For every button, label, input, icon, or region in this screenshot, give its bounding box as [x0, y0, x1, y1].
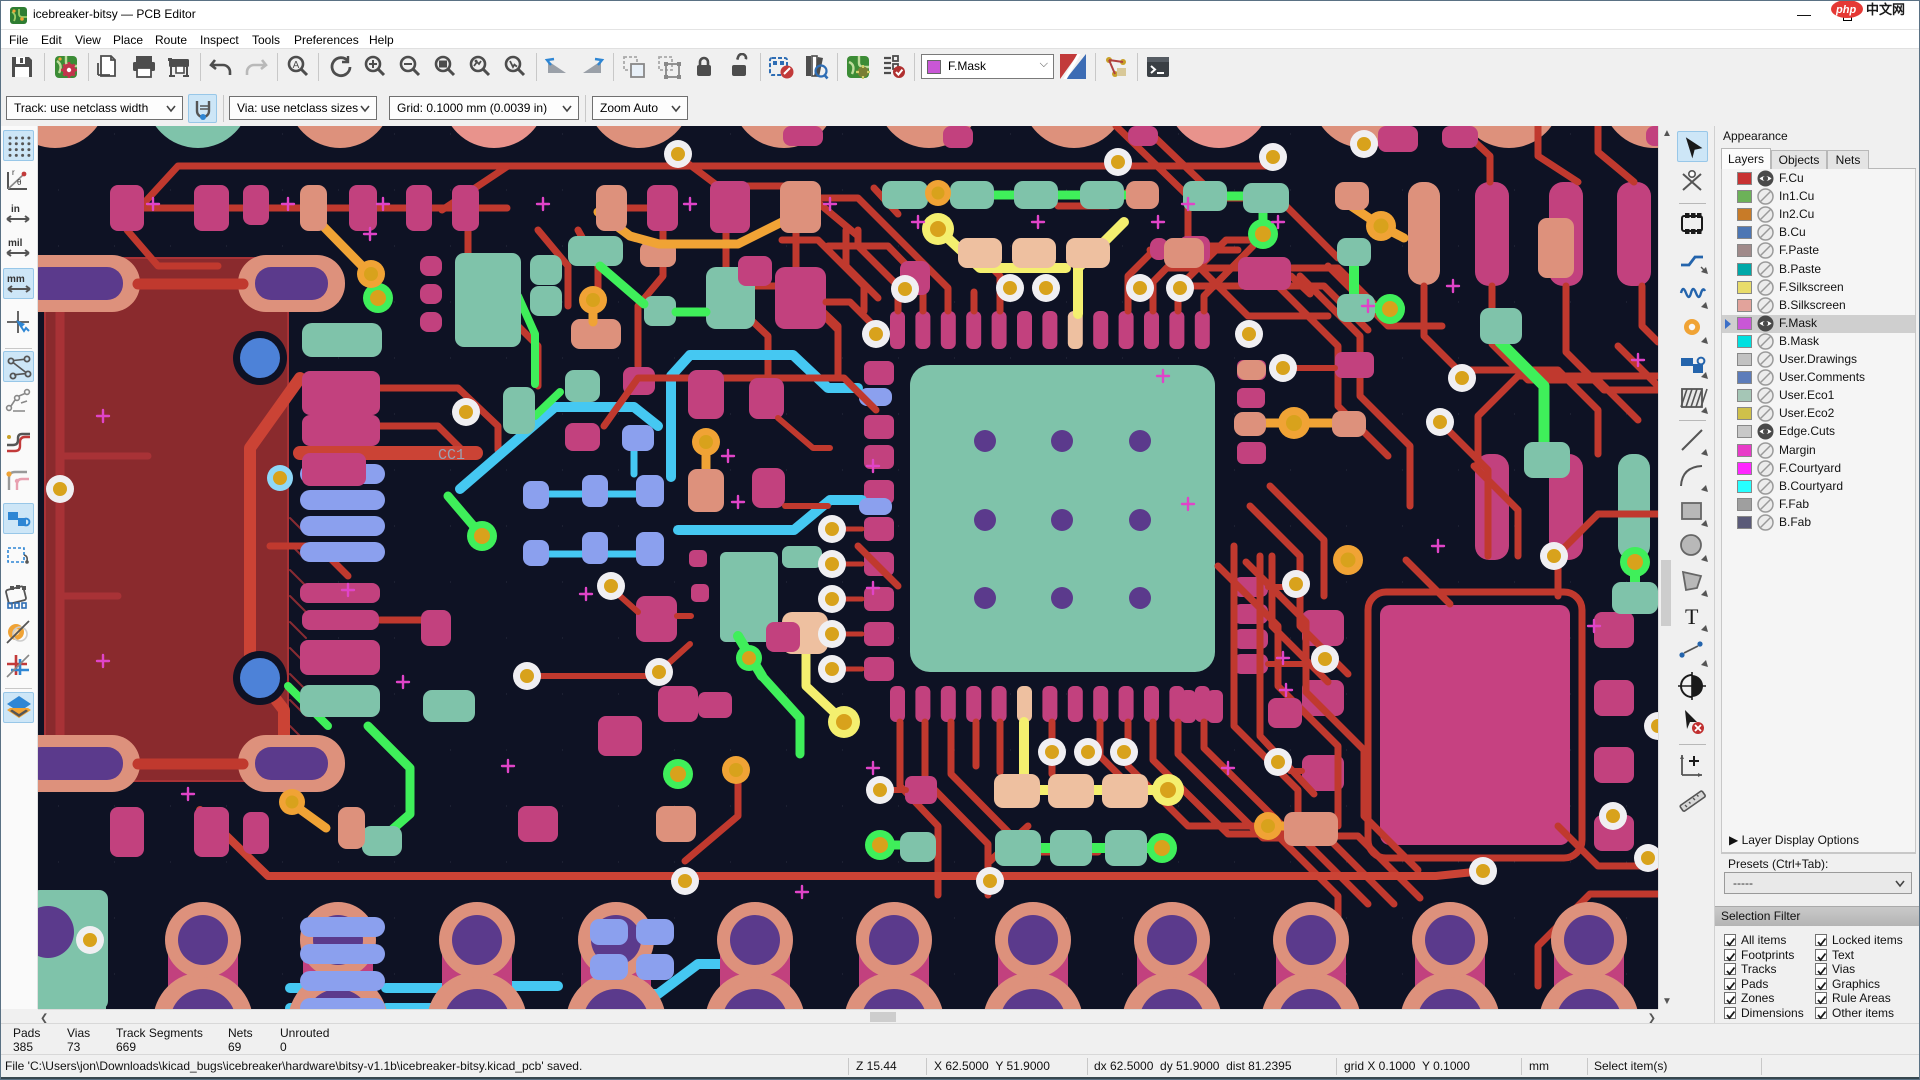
svg-text:r: r	[12, 168, 15, 177]
svg-text:A: A	[293, 60, 300, 71]
svg-text:mil: mil	[8, 238, 23, 249]
svg-text:php: php	[1835, 4, 1856, 16]
svg-text:T: T	[1685, 604, 1699, 629]
svg-text:中文网: 中文网	[1866, 2, 1905, 17]
svg-text:CC1: CC1	[438, 447, 465, 464]
svg-text:in: in	[11, 204, 20, 215]
svg-text:mm: mm	[7, 274, 25, 285]
svg-text:θ: θ	[17, 178, 22, 187]
